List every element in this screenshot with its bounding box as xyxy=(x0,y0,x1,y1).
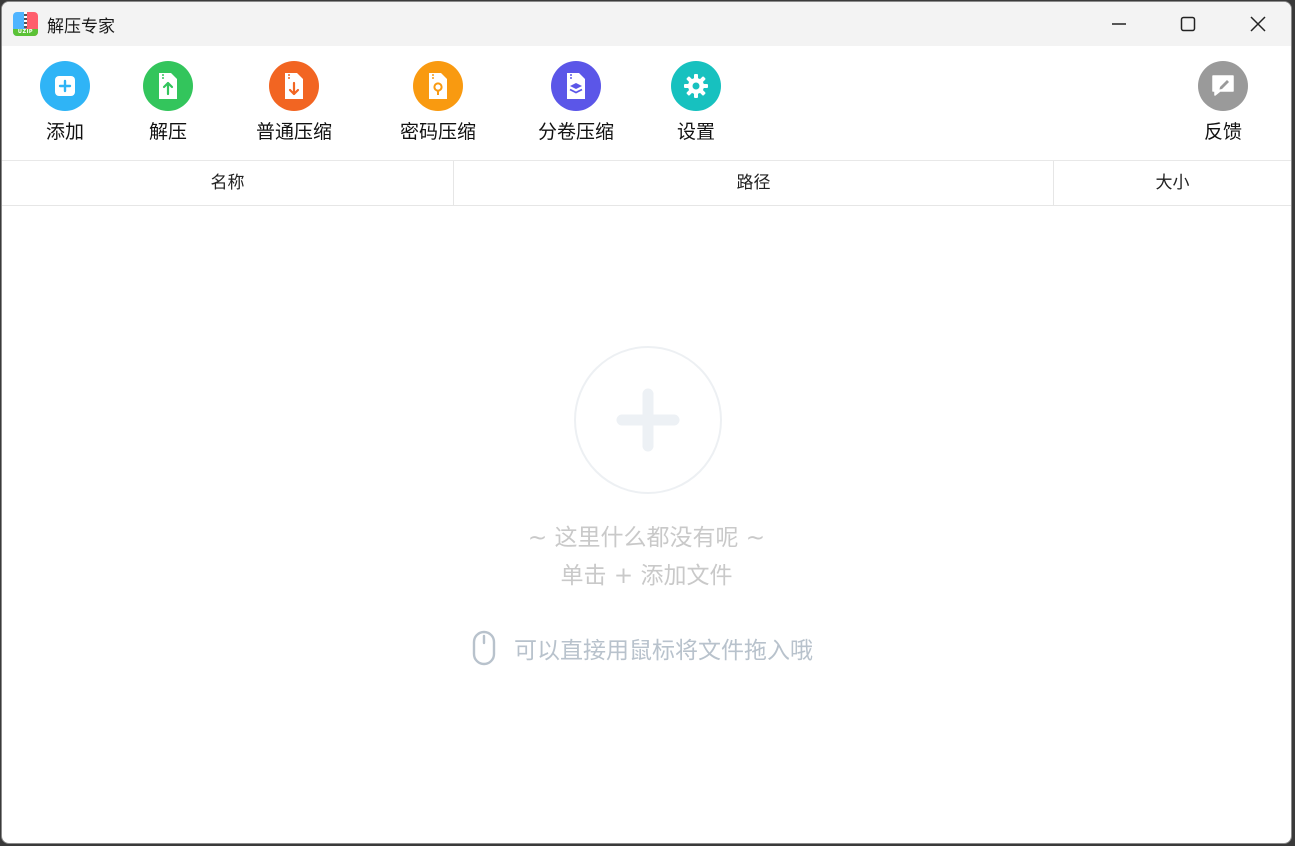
toolbar: 添加 解压 普通压缩 密码压缩 分卷压缩 设置 反馈 xyxy=(2,46,1291,161)
extract-button[interactable]: 解压 xyxy=(132,61,204,144)
normal-compress-label: 普通压缩 xyxy=(255,121,332,143)
split-compress-button[interactable]: 分卷压缩 xyxy=(528,61,624,144)
minimize-button[interactable] xyxy=(1084,2,1154,46)
plus-icon xyxy=(40,61,90,111)
drag-hint-text: 可以直接用鼠标将文件拖入哦 xyxy=(514,638,813,664)
uzip-app-icon: UZIP xyxy=(13,12,38,36)
add-button[interactable]: 添加 xyxy=(29,61,101,144)
maximize-icon xyxy=(1180,16,1196,32)
add-label: 添加 xyxy=(45,121,84,143)
compress-file-icon xyxy=(269,61,319,111)
empty-instruction: 单击 + 添加文件 xyxy=(560,563,733,589)
column-header-name[interactable]: 名称 xyxy=(2,161,454,205)
settings-label: 设置 xyxy=(676,121,715,143)
password-compress-button[interactable]: 密码压缩 xyxy=(390,61,486,144)
feedback-label: 反馈 xyxy=(1203,121,1242,143)
normal-compress-button[interactable]: 普通压缩 xyxy=(246,61,342,144)
lock-file-icon xyxy=(413,61,463,111)
app-window: UZIP 解压专家 添加 解压 普通压缩 密码压缩 分卷压缩 设置 反馈 名称 … xyxy=(1,1,1292,844)
plus-icon xyxy=(616,388,680,452)
mouse-icon xyxy=(472,630,496,666)
minimize-icon xyxy=(1112,23,1126,25)
gear-icon xyxy=(671,61,721,111)
empty-message: ~ 这里什么都没有呢 ~ xyxy=(527,525,766,551)
split-compress-label: 分卷压缩 xyxy=(537,121,614,143)
column-header-path[interactable]: 路径 xyxy=(454,161,1054,205)
password-compress-label: 密码压缩 xyxy=(399,121,476,143)
extract-file-icon xyxy=(143,61,193,111)
feedback-button[interactable]: 反馈 xyxy=(1187,61,1259,144)
file-table-header: 名称 路径 大小 xyxy=(2,161,1291,206)
extract-label: 解压 xyxy=(148,121,187,143)
layers-file-icon xyxy=(551,61,601,111)
column-header-size[interactable]: 大小 xyxy=(1054,161,1291,205)
settings-button[interactable]: 设置 xyxy=(660,61,732,144)
close-button[interactable] xyxy=(1223,2,1291,46)
add-file-circle-button[interactable] xyxy=(574,346,722,494)
feedback-edit-icon xyxy=(1198,61,1248,111)
window-title: 解压专家 xyxy=(47,17,115,37)
app-icon-text: UZIP xyxy=(13,29,38,36)
empty-state-drop-area[interactable]: ~ 这里什么都没有呢 ~ 单击 + 添加文件 可以直接用鼠标将文件拖入哦 xyxy=(2,206,1291,843)
close-icon xyxy=(1250,16,1266,32)
maximize-button[interactable] xyxy=(1153,2,1223,46)
title-bar[interactable]: UZIP 解压专家 xyxy=(2,2,1291,46)
drag-hint: 可以直接用鼠标将文件拖入哦 xyxy=(472,630,813,666)
